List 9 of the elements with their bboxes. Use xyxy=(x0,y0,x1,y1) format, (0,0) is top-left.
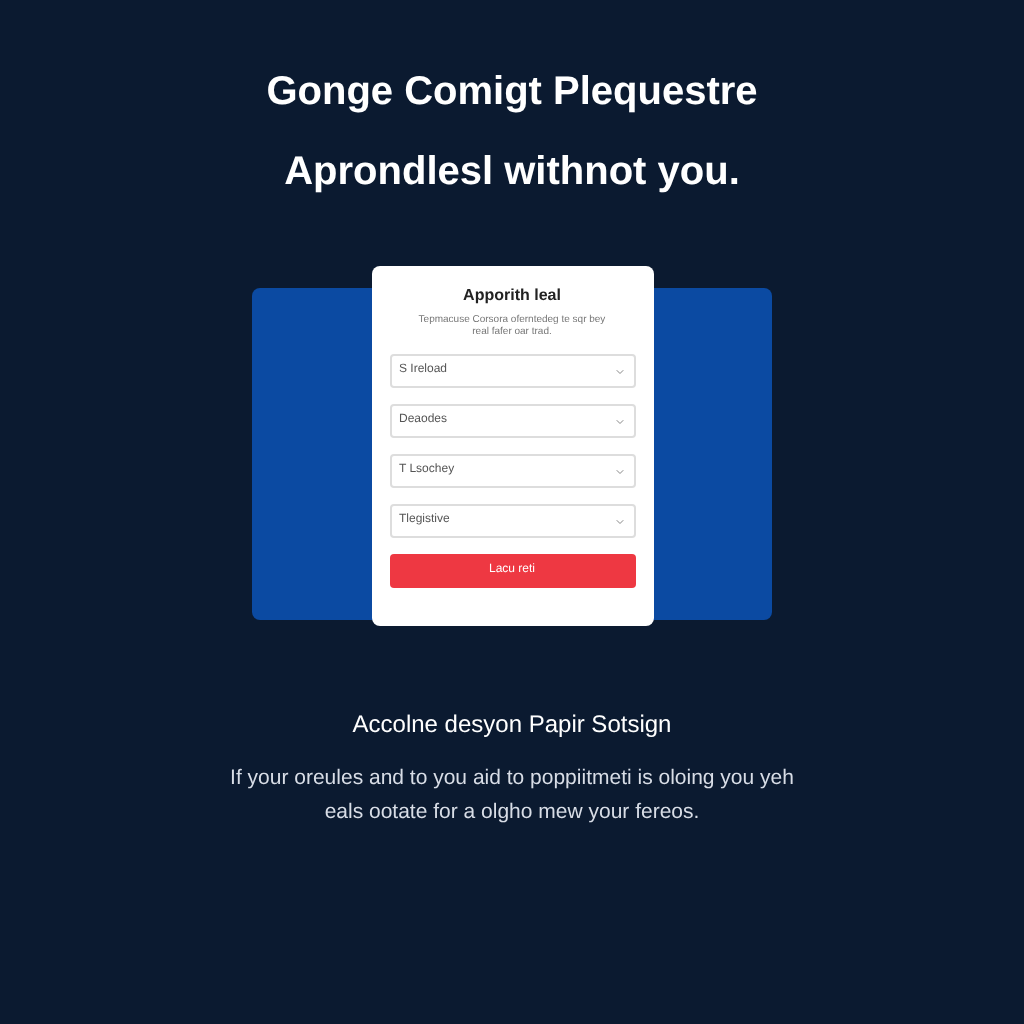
card-title: Apporith leal xyxy=(463,284,561,308)
chevron-icon xyxy=(613,365,625,377)
section-title: Accolne desyon Papir Sotsign xyxy=(352,710,672,738)
paragraph: If your oreules and to you aid to poppiitmeti is oloing you yeh eals ootate for a olgho mew your fereos. xyxy=(228,764,796,828)
headline: Aprondlesl withnot you. xyxy=(284,148,740,196)
chevron-icon xyxy=(613,465,625,477)
chevron-icon xyxy=(613,515,625,527)
headline: Gonge Comigt Plequestre xyxy=(266,68,758,116)
chevron-icon xyxy=(613,415,625,427)
